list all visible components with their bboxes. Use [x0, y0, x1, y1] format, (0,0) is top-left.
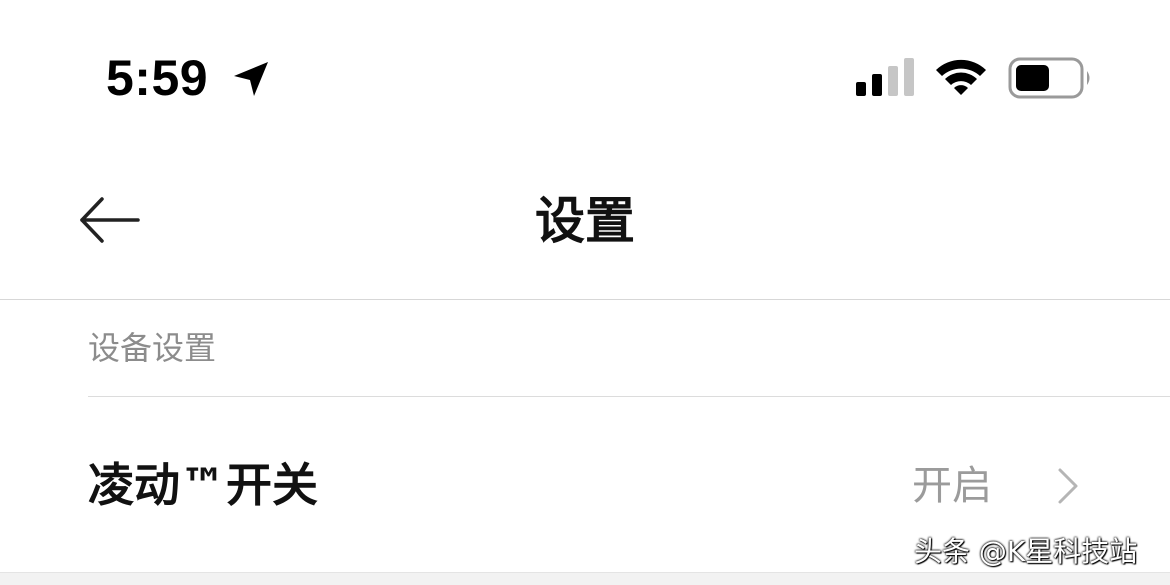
- section-header-device-settings: 设备设置: [88, 329, 217, 367]
- header-divider: [0, 299, 1170, 300]
- location-arrow-icon: [234, 62, 268, 96]
- page-title: 设置: [535, 192, 635, 250]
- wifi-icon: [936, 59, 986, 95]
- section-divider: [88, 396, 1170, 397]
- cellular-signal-icon: [856, 58, 914, 96]
- settings-screen: 5:59 设置 设备设置 凌动™开关 开启 头条 @K星科技站: [0, 0, 1170, 585]
- status-time: 5:59: [106, 50, 209, 106]
- chevron-right-icon: [1058, 468, 1078, 504]
- setting-row-value: 开启: [912, 463, 992, 509]
- watermark: 头条 @K星科技站: [914, 535, 1138, 568]
- bottom-strip: [0, 572, 1170, 585]
- battery-icon: [1008, 57, 1090, 99]
- setting-row-label: 凌动™开关: [88, 458, 318, 512]
- status-bar: 5:59: [0, 0, 1170, 150]
